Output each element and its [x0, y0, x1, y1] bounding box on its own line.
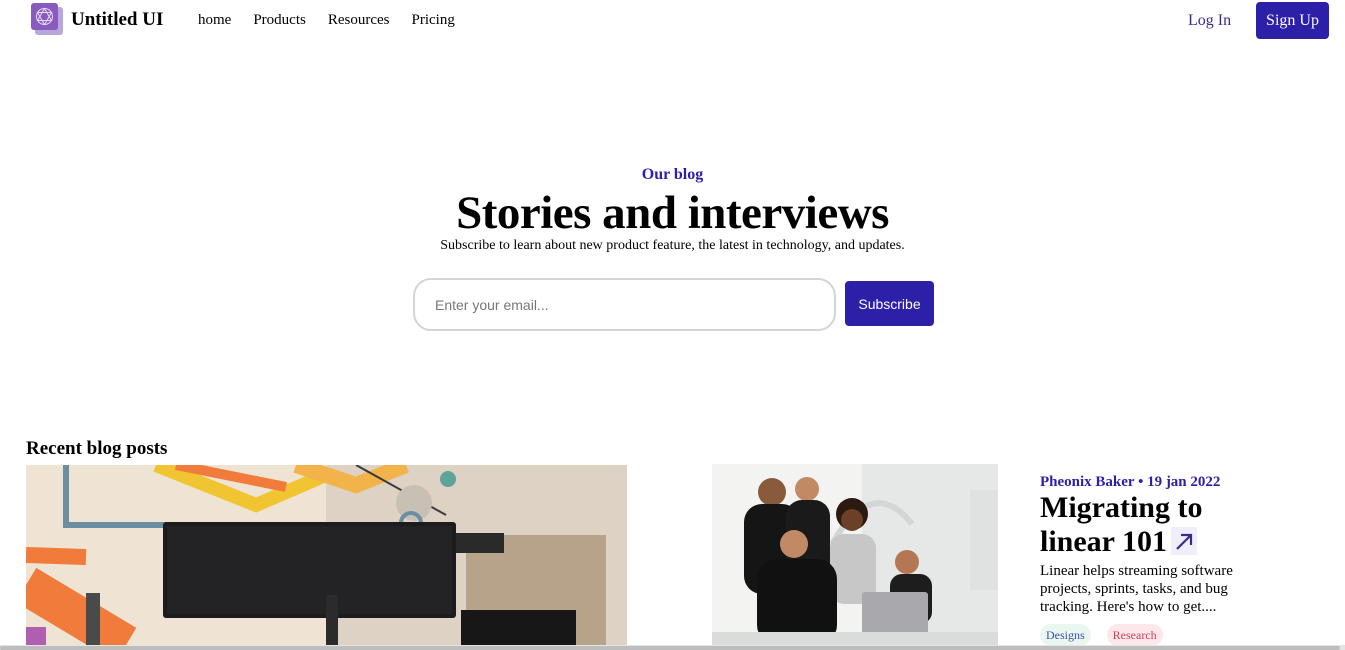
recent-posts-heading: Recent blog posts	[26, 438, 168, 459]
nav-link-home[interactable]: home	[198, 12, 231, 29]
brand-name[interactable]: Untitled UI	[71, 9, 163, 31]
login-link[interactable]: Log In	[1188, 12, 1231, 30]
hero-title: Stories and interviews	[456, 187, 889, 239]
subscribe-button[interactable]: Subscribe	[845, 281, 934, 326]
tag-research[interactable]: Research	[1106, 624, 1163, 646]
nav-link-resources[interactable]: Resources	[328, 12, 390, 29]
post-image-team[interactable]	[712, 464, 998, 645]
nav-links: home Products Resources Pricing	[198, 12, 455, 29]
hero-subtitle: Subscribe to learn about new product fea…	[440, 238, 905, 253]
post-meta: Pheonix Baker • 19 jan 2022	[1040, 474, 1221, 490]
signup-button[interactable]: Sign Up	[1256, 2, 1329, 39]
horizontal-scrollbar-thumb[interactable]	[0, 646, 1340, 650]
top-nav: Untitled UI home Products Resources Pric…	[0, 0, 1345, 42]
office-desk-illustration	[26, 465, 627, 645]
cube-logo-icon[interactable]	[31, 3, 63, 35]
post-excerpt: Linear helps streaming software projects…	[1040, 563, 1233, 615]
team-meeting-illustration	[712, 464, 998, 645]
post-title[interactable]: Migrating to linear 101	[1040, 491, 1280, 559]
featured-post-image[interactable]	[26, 465, 627, 645]
email-input[interactable]	[413, 278, 836, 331]
tag-designs[interactable]: Designs	[1040, 624, 1091, 646]
nav-link-pricing[interactable]: Pricing	[411, 12, 454, 29]
arrow-up-right-icon[interactable]	[1170, 527, 1197, 556]
nav-link-products[interactable]: Products	[253, 12, 306, 29]
hero-eyebrow: Our blog	[641, 166, 704, 183]
post-tags: Designs Research	[1040, 624, 1163, 646]
